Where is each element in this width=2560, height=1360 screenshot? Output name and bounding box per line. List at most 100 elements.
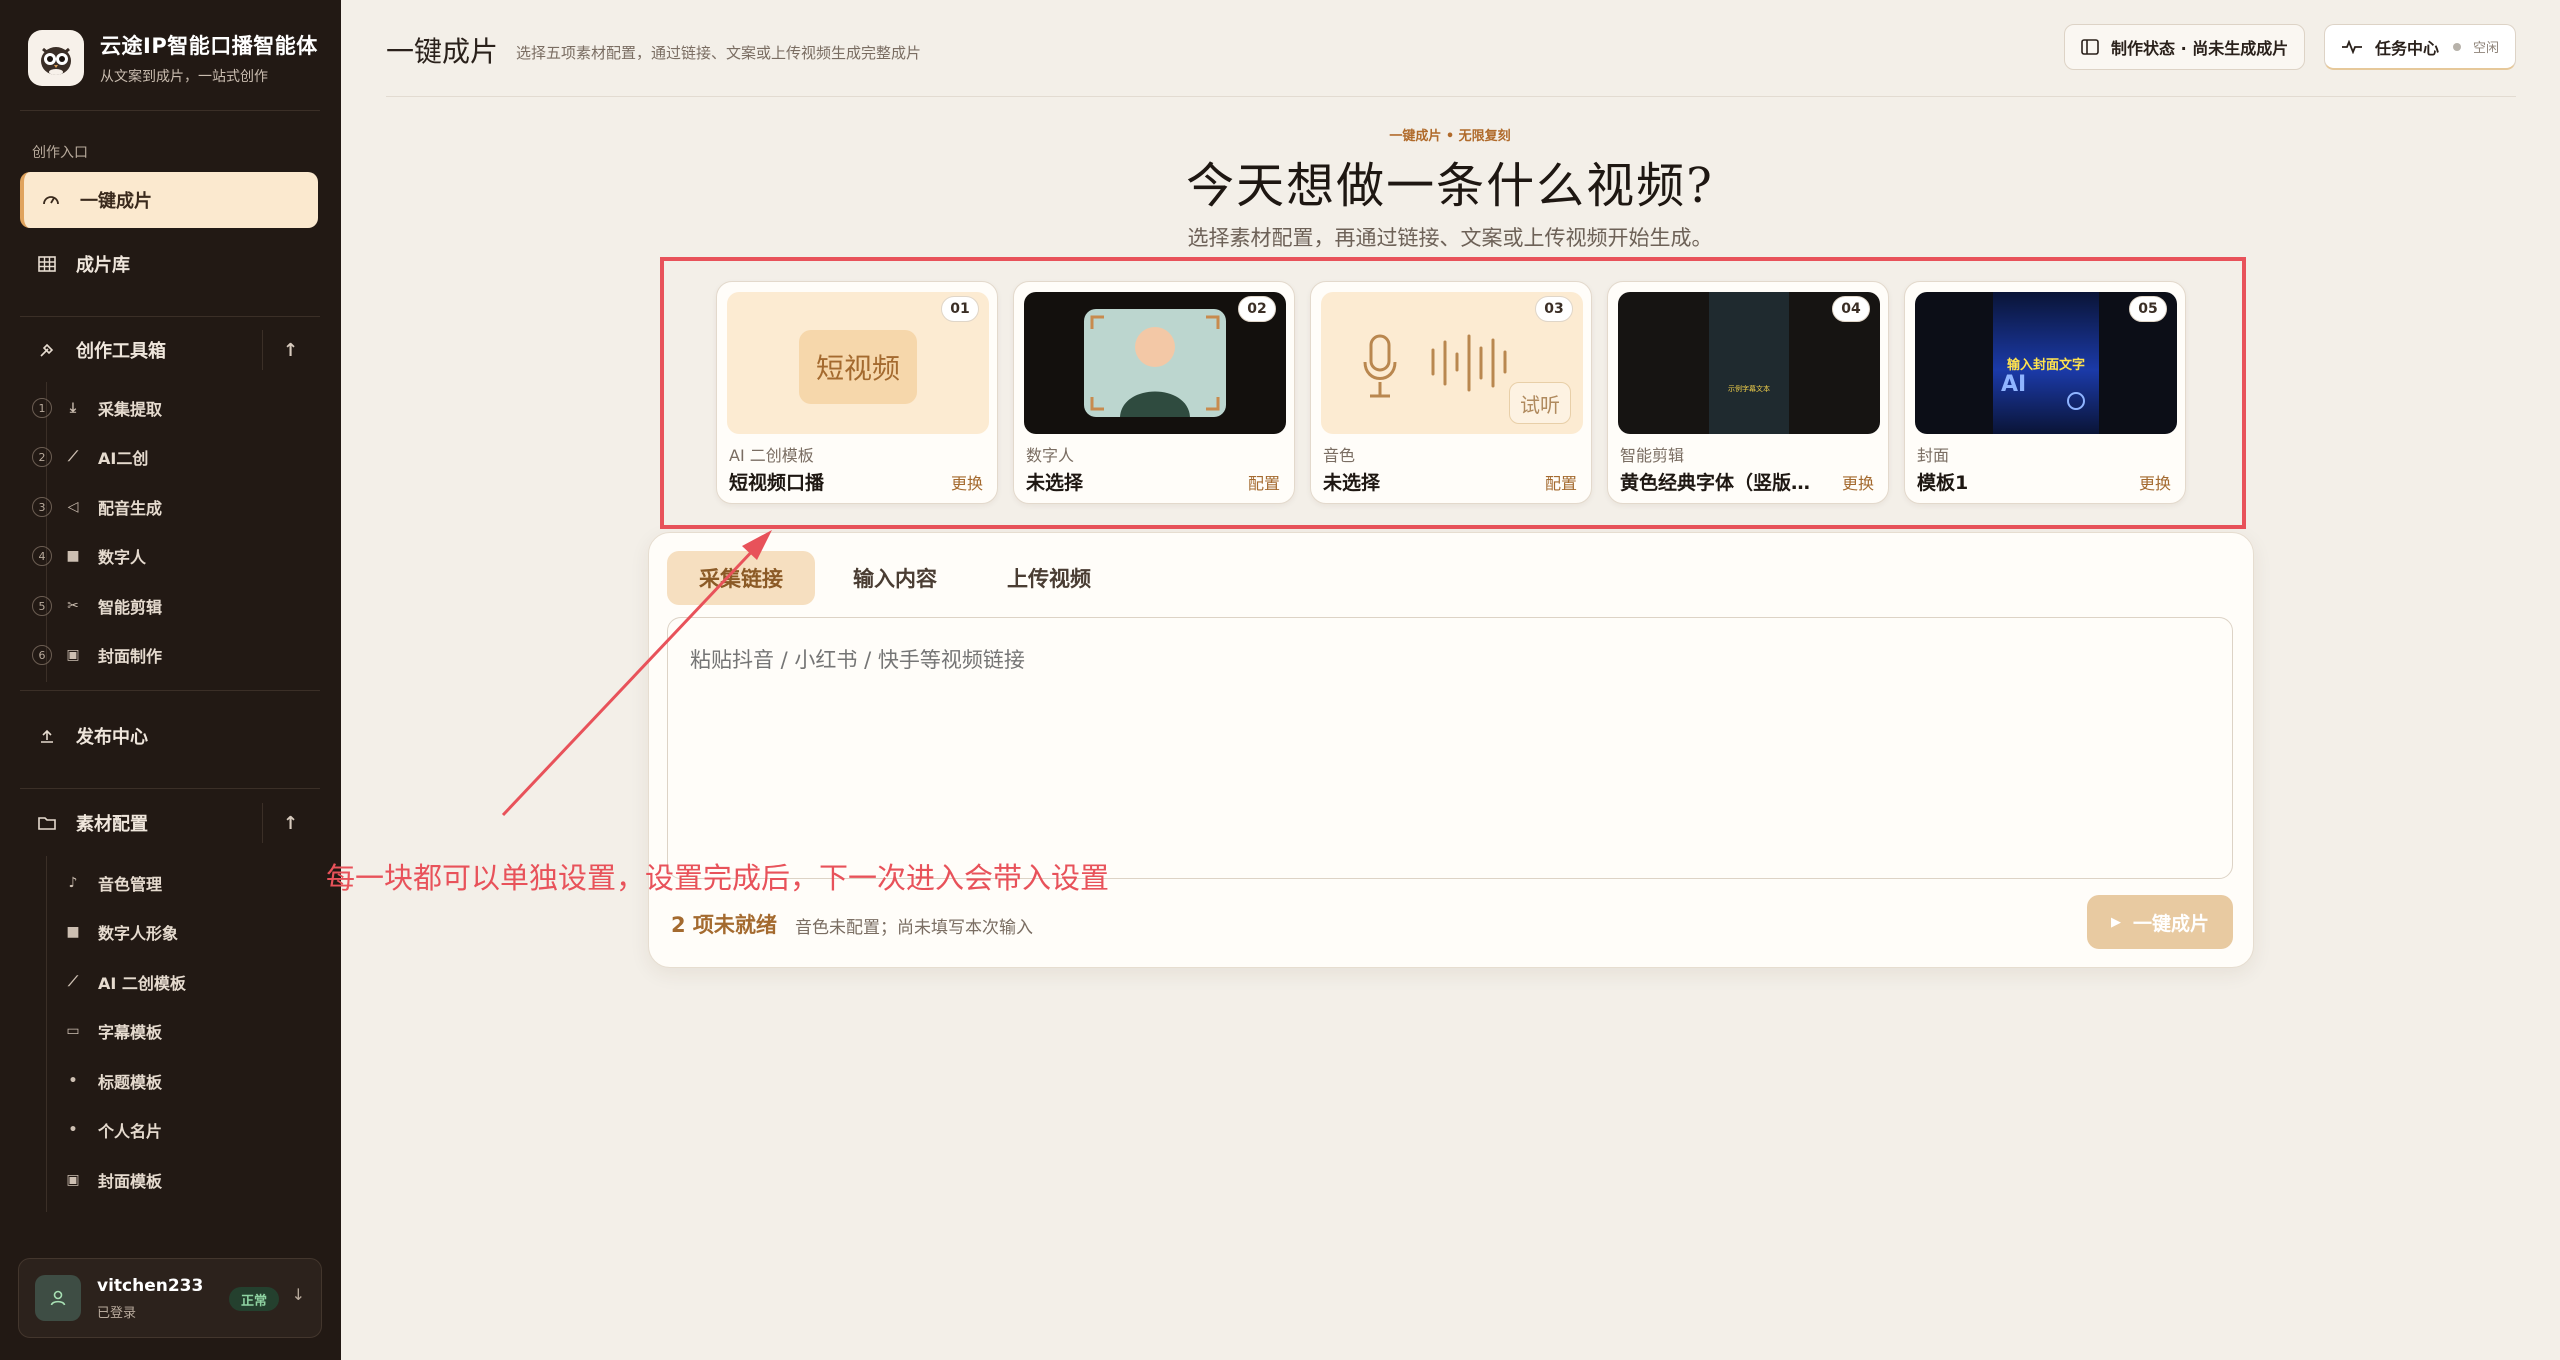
owl-logo-icon bbox=[28, 30, 84, 86]
card-category: 音色 bbox=[1323, 446, 1356, 465]
cover-frame: 输入封面文字 AI bbox=[1993, 292, 2099, 434]
hero-subtitle: 选择素材配置，再通过链接、文案或上传视频开始生成。 bbox=[1187, 226, 1713, 250]
generate-button-label: 一键成片 bbox=[2132, 912, 2209, 935]
card-category: 智能剪辑 bbox=[1620, 446, 1685, 465]
config-card-digital-human[interactable]: 02 数字人 未选择 配置 bbox=[1013, 281, 1295, 504]
hero-title: 今天想做一条什么视频? bbox=[1186, 158, 1714, 214]
wand-icon: ⟋ bbox=[68, 974, 78, 990]
wand-icon: ⟋ bbox=[68, 449, 78, 465]
material-item-title[interactable]: • 标题模板 bbox=[64, 1061, 350, 1101]
card-number: 01 bbox=[941, 296, 979, 322]
vertical-video-frame: 示例字幕文本 bbox=[1709, 292, 1789, 434]
card-value: 未选择 bbox=[1323, 472, 1381, 494]
tool-item-label: 配音生成 bbox=[98, 499, 163, 518]
image-icon: ▣ bbox=[66, 1172, 80, 1188]
material-item-label: 数字人形象 bbox=[98, 924, 179, 943]
activity-icon bbox=[2341, 39, 2363, 54]
tool-item-smart-edit[interactable]: 5 ✂ 智能剪辑 bbox=[32, 586, 318, 626]
user-card[interactable]: vitchen233 已登录 正常 ↓ bbox=[18, 1258, 322, 1338]
material-item-voice[interactable]: ♪ 音色管理 bbox=[64, 863, 350, 903]
card-action-button[interactable]: 配置 bbox=[1248, 470, 1280, 494]
header-divider bbox=[386, 96, 2516, 97]
card-action-button[interactable]: 更换 bbox=[951, 470, 983, 494]
card-number: 03 bbox=[1535, 296, 1573, 322]
link-input[interactable] bbox=[667, 617, 2233, 879]
card-action-button[interactable]: 更换 bbox=[1842, 470, 1874, 494]
material-item-subtitle[interactable]: ▭ 字幕模板 bbox=[64, 1011, 350, 1051]
config-card-cover[interactable]: 输入封面文字 AI 05 封面 模板1 更换 bbox=[1904, 281, 2186, 504]
card-category: AI 二创模板 bbox=[729, 446, 814, 465]
material-item-label: 字幕模板 bbox=[98, 1023, 163, 1042]
person-placeholder-icon bbox=[1084, 309, 1226, 417]
video-icon: ■ bbox=[66, 548, 80, 564]
dot-icon: • bbox=[68, 1122, 78, 1138]
group-toolbox[interactable]: 创作工具箱 ↑ bbox=[20, 322, 318, 378]
tool-item-label: 采集提取 bbox=[98, 400, 163, 419]
tool-item-voiceover[interactable]: 3 ◁ 配音生成 bbox=[32, 487, 318, 527]
tab-upload-video[interactable]: 上传视频 bbox=[975, 551, 1123, 605]
template-thumb-label: 短视频 bbox=[799, 330, 917, 404]
status-badge: 正常 bbox=[229, 1287, 280, 1311]
input-panel: 采集链接 输入内容 上传视频 2 项未就绪 音色未配置；尚未填写本次输入 ▶ 一… bbox=[648, 532, 2254, 968]
image-icon: ▣ bbox=[66, 647, 80, 663]
step-number: 1 bbox=[32, 398, 52, 418]
mic-icon: ♪ bbox=[68, 875, 78, 891]
scissors-icon: ✂ bbox=[67, 598, 79, 614]
chevron-down-icon[interactable]: ↓ bbox=[292, 1285, 305, 1304]
panel-icon bbox=[2081, 39, 2099, 55]
task-center-pill[interactable]: 任务中心 空闲 bbox=[2324, 24, 2517, 70]
nav-item-label: 成片库 bbox=[76, 255, 130, 276]
tab-input-content[interactable]: 输入内容 bbox=[821, 551, 969, 605]
tool-item-collect[interactable]: 1 ⤓ 采集提取 bbox=[32, 388, 318, 428]
tool-item-ai-rewrite[interactable]: 2 ⟋ AI二创 bbox=[32, 437, 318, 477]
production-status-pill[interactable]: 制作状态 · 尚未生成成片 bbox=[2064, 24, 2306, 70]
tab-collect-link[interactable]: 采集链接 bbox=[667, 551, 815, 605]
collapse-arrow-icon[interactable]: ↑ bbox=[262, 803, 318, 843]
material-item-card[interactable]: • 个人名片 bbox=[64, 1110, 350, 1150]
not-ready-note: 音色未配置；尚未填写本次输入 bbox=[795, 918, 1033, 938]
collapse-arrow-icon[interactable]: ↑ bbox=[262, 330, 318, 370]
step-number: 3 bbox=[32, 497, 52, 517]
config-card-smart-edit[interactable]: 示例字幕文本 04 智能剪辑 黄色经典字体（竖版… 更换 bbox=[1607, 281, 1889, 504]
group-materials[interactable]: 素材配置 ↑ bbox=[20, 795, 318, 851]
card-number: 02 bbox=[1238, 296, 1276, 322]
material-item-cover[interactable]: ▣ 封面模板 bbox=[64, 1160, 350, 1200]
not-ready-count: 2 项未就绪 bbox=[671, 913, 777, 937]
divider bbox=[20, 788, 320, 789]
sample-subtitle: 示例字幕文本 bbox=[1728, 385, 1770, 393]
play-icon: ▶ bbox=[2110, 914, 2121, 930]
ring-icon bbox=[2067, 392, 2085, 410]
brand[interactable]: 云途IP智能口播智能体 从文案到成片，一站式创作 bbox=[28, 30, 318, 86]
config-card-template[interactable]: 短视频 01 AI 二创模板 短视频口播 更换 bbox=[716, 281, 998, 504]
speaker-icon: ◁ bbox=[67, 499, 79, 515]
card-category: 数字人 bbox=[1026, 446, 1075, 465]
avatar bbox=[35, 1275, 81, 1321]
generate-button[interactable]: ▶ 一键成片 bbox=[2087, 895, 2233, 949]
nav-item-publish[interactable]: 发布中心 bbox=[20, 708, 318, 764]
material-item-label: 标题模板 bbox=[98, 1073, 163, 1092]
hammer-icon bbox=[36, 339, 58, 361]
group-label: 创作工具箱 bbox=[76, 341, 166, 362]
step-number: 6 bbox=[32, 645, 52, 665]
tool-item-label: AI二创 bbox=[98, 449, 149, 468]
config-card-voice[interactable]: 试听 03 音色 未选择 配置 bbox=[1310, 281, 1592, 504]
production-status-text: 制作状态 · 尚未生成成片 bbox=[2111, 39, 2289, 58]
card-action-button[interactable]: 配置 bbox=[1545, 470, 1577, 494]
tool-item-cover[interactable]: 6 ▣ 封面制作 bbox=[32, 635, 318, 675]
grid-icon bbox=[36, 253, 58, 275]
material-item-avatar[interactable]: ■ 数字人形象 bbox=[64, 912, 350, 952]
tool-item-label: 封面制作 bbox=[98, 647, 163, 666]
video-icon: ■ bbox=[66, 924, 80, 940]
cover-title-text: 输入封面文字 bbox=[2006, 358, 2085, 373]
preview-button[interactable]: 试听 bbox=[1509, 382, 1571, 424]
divider bbox=[20, 690, 320, 691]
page-title: 一键成片 bbox=[386, 35, 499, 68]
annotation-text: 每一块都可以单独设置，设置完成后，下一次进入会带入设置 bbox=[326, 861, 1110, 895]
card-action-button[interactable]: 更换 bbox=[2139, 470, 2171, 494]
card-category: 封面 bbox=[1917, 446, 1950, 465]
material-item-ai-template[interactable]: ⟋ AI 二创模板 bbox=[64, 962, 350, 1002]
subtitle-icon: ▭ bbox=[66, 1023, 80, 1039]
material-item-label: 封面模板 bbox=[98, 1172, 163, 1191]
tool-item-digital-human[interactable]: 4 ■ 数字人 bbox=[32, 536, 318, 576]
group-label: 素材配置 bbox=[76, 814, 148, 835]
